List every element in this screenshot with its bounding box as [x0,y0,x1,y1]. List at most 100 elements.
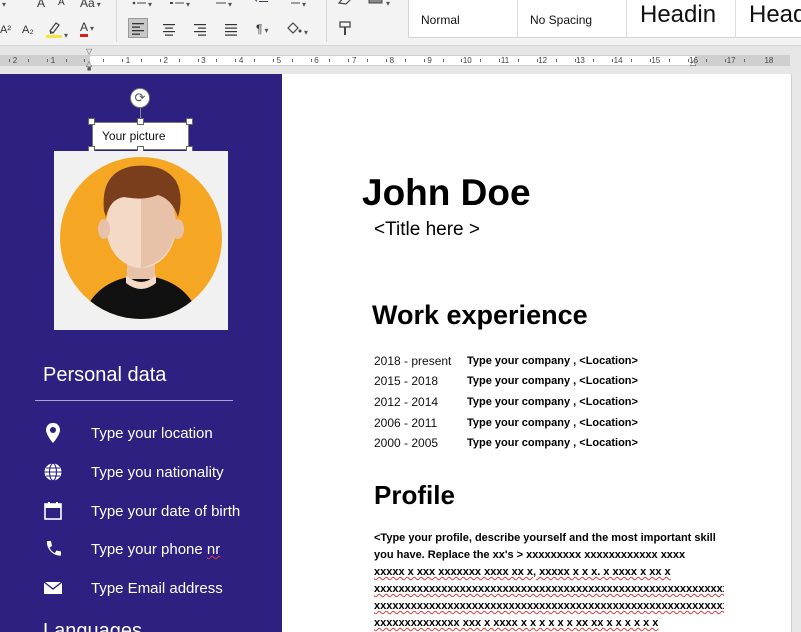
horizontal-ruler[interactable]: 2 1 1 2 3 4 5 6 7 8 9 10 11 12 13 14 15 16 17 18 ▽ △ ■ △ [0,46,801,74]
globe-icon [44,462,62,482]
resize-handle[interactable] [186,118,193,125]
styles-gallery: Normal No Spacing Headin Head [408,0,801,38]
borders-icon [368,0,383,4]
job-years: 2018 - present [374,354,452,368]
birthdate-text[interactable]: Type your date of birth [91,503,240,520]
ruler-number: 7 [351,56,357,65]
ruler-tick [687,59,689,62]
highlight-button[interactable]: ▾ [46,20,68,43]
personal-data-divider [35,400,233,401]
font-color-button[interactable]: A ▾ [80,20,94,37]
justify-button[interactable] [224,22,238,39]
ribbon-divider [116,0,117,42]
location-text[interactable]: Type your location [91,425,213,442]
ruler-number: 17 [726,56,736,65]
ruler-tick [367,59,369,62]
resume-title[interactable]: <Title here > [374,219,480,241]
job-years: 2012 - 2014 [374,395,439,409]
ruler-tick [216,59,218,62]
ruler-number: 13 [575,56,585,65]
ruler-tick [706,59,708,62]
eraser-icon [337,0,351,5]
format-painter-button[interactable] [338,21,352,40]
phone-text[interactable]: Type your phone nr [91,541,220,558]
ruler-tick [65,59,67,62]
vertical-scrollbar[interactable] [791,74,801,632]
profile-line: <Type your profile, describe yourself an… [374,532,716,544]
bullet-list-icon [132,1,146,5]
job-years: 2000 - 2005 [374,436,439,450]
ruler-tick [744,59,746,62]
multilevel-list-button[interactable]: ▾ [212,0,232,12]
paragraph-marks-button[interactable]: ¶ ▾ [256,22,268,38]
ruler-tick [254,59,256,62]
shrink-font-button[interactable]: A [58,0,65,10]
nationality-text[interactable]: Type you nationality [91,464,224,481]
ruler-number: 5 [276,56,282,65]
ruler-tick [348,59,350,62]
job-company: Type your company , <Location> [467,417,638,429]
ruler-tick [555,59,557,62]
borders-button[interactable]: ▾ [368,0,390,11]
ruler-tick [442,59,444,62]
ruler-tick [649,59,651,62]
numbered-list-icon [170,2,184,4]
style-no-spacing[interactable]: No Spacing [518,0,627,38]
first-line-indent-marker[interactable]: ▽ [86,48,92,56]
work-experience-heading: Work experience [372,300,588,330]
numbering-button[interactable]: ▾ [170,0,190,12]
style-heading-2[interactable]: Head [736,0,801,38]
document-page[interactable]: ⟳ Your picture Personal data Type your l… [0,74,791,632]
align-left-button[interactable] [128,18,148,38]
profile-picture[interactable] [54,151,228,330]
line-spacing-button[interactable]: ▾ [286,0,306,12]
superscript-button[interactable]: A² [0,23,11,37]
job-company: Type your company , <Location> [467,437,638,449]
decrease-indent-button[interactable] [254,0,268,10]
align-right-button[interactable] [193,22,207,39]
ruler-number: 2 [163,56,168,65]
personal-item-nationality: Type you nationality [0,460,282,486]
calendar-icon [44,502,62,520]
bullets-button[interactable]: ▾ [132,0,152,12]
subscript-button[interactable]: A₂ [22,23,34,37]
ruler-right-margin [695,56,790,65]
ruler-tick [480,59,482,62]
pilcrow-icon: ¶ [256,22,263,36]
ruler-tick [593,59,595,62]
eraser-button[interactable] [336,0,352,9]
left-indent-marker[interactable]: ■ [87,66,91,74]
ruler-tick [386,59,387,62]
profile-line: xxxxxxxxxxxxxxxxxxxxxxxxxxxxxxxxxxxxxxxx… [374,583,724,595]
style-normal[interactable]: Normal [409,0,518,38]
font-size-dropdown[interactable]: ▾ [0,0,6,12]
resize-handle[interactable] [137,118,144,125]
profile-line: you have. Replace the xx's > xxxxxxxxx x… [374,549,686,561]
align-left-icon [132,23,144,35]
ribbon-divider [326,0,327,42]
change-case-button[interactable]: Aa ▾ [80,0,101,12]
ruler-tick [612,59,614,62]
ruler-tick [9,59,10,62]
shading-button[interactable]: ▾ [286,21,308,40]
rotate-handle-icon[interactable]: ⟳ [130,88,150,108]
outdent-icon [254,0,268,2]
envelope-icon [43,581,63,594]
ruler-tick [140,59,142,62]
job-company: Type your company , <Location> [467,375,638,387]
profile-heading: Profile [374,480,455,510]
ruler-tick [235,59,237,62]
location-pin-icon [46,423,60,443]
resize-handle[interactable] [88,118,95,125]
resume-name[interactable]: John Doe [362,172,531,214]
right-indent-marker[interactable]: △ [690,59,696,67]
change-case-label: Aa [80,0,95,10]
email-text[interactable]: Type Email address [91,580,223,597]
grow-font-button[interactable]: A [37,0,45,10]
highlighter-icon [46,22,62,38]
profile-paragraph[interactable]: <Type your profile, describe yourself an… [374,530,724,632]
align-center-button[interactable] [162,22,176,39]
ruler-tick [159,59,161,62]
style-heading-1[interactable]: Headin [627,0,736,38]
personal-item-location: Type your location [0,421,282,447]
